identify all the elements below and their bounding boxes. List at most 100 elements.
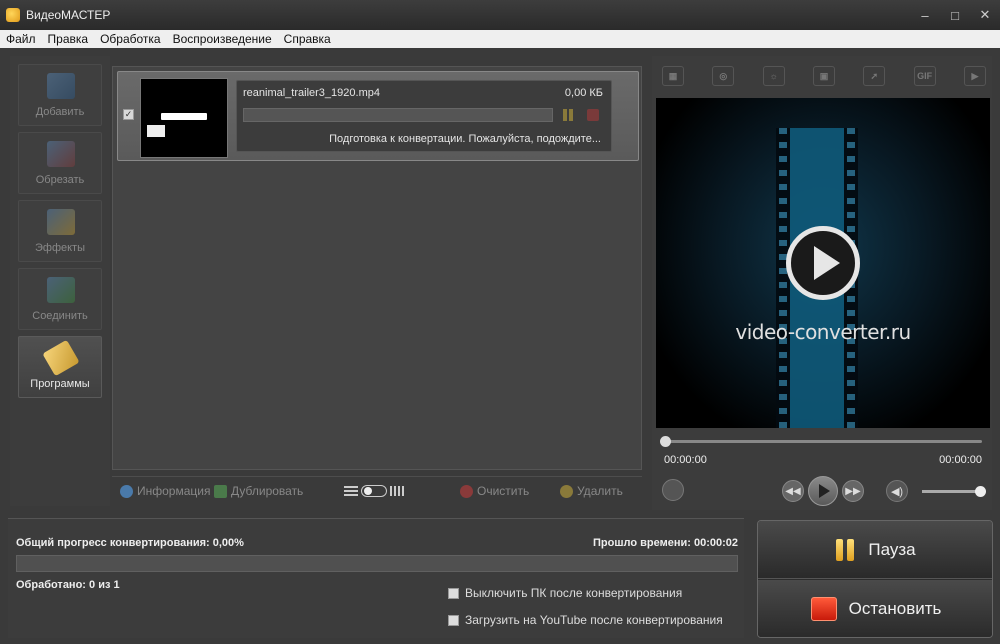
stop-button[interactable]: Остановить — [758, 580, 992, 637]
action-buttons: Пауза Остановить — [757, 520, 993, 638]
vignette-icon[interactable]: ◎ — [712, 66, 735, 86]
view-switch[interactable] — [361, 485, 387, 497]
file-list-item[interactable]: ✓ reanimal_trailer3_1920.mp4 0,00 КБ Под… — [117, 71, 639, 161]
effects-label: Эффекты — [34, 242, 85, 254]
youtube-checkbox[interactable] — [448, 614, 459, 626]
youtube-option[interactable]: Загрузить на YouTube после конвертирован… — [448, 613, 723, 627]
duplicate-icon — [214, 484, 227, 498]
add-button[interactable]: Добавить — [18, 64, 102, 126]
duplicate-label: Дублировать — [231, 484, 304, 498]
seek-handle[interactable] — [660, 436, 671, 447]
thumbnail-logo — [161, 113, 207, 120]
minimize-button[interactable]: – — [910, 0, 940, 30]
close-button[interactable]: ✕ — [970, 0, 1000, 30]
pause-icon — [836, 538, 855, 561]
info-label: Информация — [137, 484, 211, 498]
play-button[interactable] — [808, 476, 838, 506]
pause-button[interactable]: Пауза — [758, 521, 992, 579]
shutdown-option[interactable]: Выключить ПК после конвертирования — [448, 586, 682, 600]
list-toolbar: Информация Дублировать Очистить Удалить — [112, 476, 642, 504]
clear-label: Очистить — [477, 484, 530, 498]
app-logo-icon — [6, 8, 20, 22]
screen-icon[interactable]: ▶ — [963, 66, 986, 86]
file-size: 0,00 КБ — [564, 87, 603, 99]
info-button[interactable]: Информация — [120, 484, 210, 498]
programs-label: Программы — [30, 378, 90, 390]
pause-label: Пауза — [868, 539, 916, 559]
info-icon — [120, 484, 133, 498]
file-list: ✓ reanimal_trailer3_1920.mp4 0,00 КБ Под… — [112, 66, 642, 470]
processed-count-label: Обработано: 0 из 1 — [16, 579, 120, 591]
playback-controls: ◀◀ ▶▶ ◀) — [652, 476, 992, 506]
window-controls: – □ ✕ — [910, 0, 1000, 30]
tool-sidebar: Добавить Обрезать Эффекты Соединить Прог… — [10, 56, 110, 506]
programs-button[interactable]: Программы — [18, 336, 102, 398]
join-button[interactable]: Соединить — [18, 268, 102, 330]
menu-help[interactable]: Справка — [284, 32, 331, 46]
grid-view-icon[interactable] — [390, 486, 404, 496]
prev-frame-button[interactable]: ◀◀ — [782, 480, 804, 502]
cut-button[interactable]: Обрезать — [18, 132, 102, 194]
total-time: 00:00:00 — [939, 454, 982, 466]
thumbnail-badge — [147, 125, 165, 137]
snapshot-icon[interactable] — [662, 479, 684, 501]
file-pause-icon[interactable] — [563, 109, 575, 121]
list-view-icon[interactable] — [344, 486, 358, 496]
stop-label: Остановить — [848, 599, 942, 618]
stop-icon — [810, 597, 837, 621]
preview-play-icon[interactable] — [786, 226, 860, 300]
cut-label: Обрезать — [35, 174, 85, 186]
stabilize-icon[interactable]: ▣ — [812, 66, 835, 86]
effects-button[interactable]: Эффекты — [18, 200, 102, 262]
menu-playback[interactable]: Воспроизведение — [173, 32, 272, 46]
crop-icon[interactable]: ▦ — [662, 66, 684, 86]
restore-button[interactable]: □ — [940, 0, 970, 30]
seek-slider[interactable] — [660, 436, 982, 447]
delete-button[interactable]: Удалить — [560, 484, 623, 498]
join-label: Соединить — [32, 310, 88, 322]
view-mode-toggle[interactable] — [344, 485, 404, 497]
preview-panel: ▦ ◎ ☼ ▣ ➚ GIF ▶ video-converter.ru 00:00… — [652, 56, 992, 510]
preview-brand-text: video-converter.ru — [735, 320, 911, 344]
progress-panel: Общий прогресс конвертирования: 0,00% Пр… — [8, 518, 744, 638]
file-stop-icon[interactable] — [587, 109, 599, 121]
video-preview[interactable]: video-converter.ru — [656, 98, 990, 428]
window-title: ВидеоМАСТЕР — [26, 8, 111, 22]
file-checkbox[interactable]: ✓ — [123, 109, 134, 120]
gif-icon[interactable]: GIF — [913, 66, 936, 86]
delete-icon — [560, 484, 573, 498]
clear-icon — [460, 484, 473, 498]
shutdown-label: Выключить ПК после конвертирования — [465, 586, 683, 600]
shutdown-checkbox[interactable] — [448, 587, 459, 599]
youtube-label: Загрузить на YouTube после конвертирован… — [465, 613, 723, 627]
brightness-icon[interactable]: ☼ — [762, 66, 785, 86]
effects-toolbar: ▦ ◎ ☼ ▣ ➚ GIF ▶ — [662, 62, 986, 90]
join-icon — [47, 277, 75, 303]
menu-file[interactable]: Файл — [6, 32, 36, 46]
next-frame-button[interactable]: ▶▶ — [842, 480, 864, 502]
current-time: 00:00:00 — [664, 454, 707, 466]
menu-processing[interactable]: Обработка — [100, 32, 161, 46]
volume-handle[interactable] — [975, 486, 986, 497]
video-thumbnail — [140, 78, 228, 158]
file-name: reanimal_trailer3_1920.mp4 — [243, 87, 380, 99]
volume-slider[interactable] — [922, 486, 986, 497]
volume-icon[interactable]: ◀) — [886, 480, 908, 502]
speed-icon[interactable]: ➚ — [863, 66, 886, 86]
file-progress-bar — [243, 108, 553, 122]
effects-icon — [47, 209, 75, 235]
menu-bar: Файл Правка Обработка Воспроизведение Сп… — [0, 30, 1000, 48]
add-label: Добавить — [35, 106, 85, 118]
programs-icon — [42, 339, 80, 377]
cut-video-icon — [47, 141, 75, 167]
duplicate-button[interactable]: Дублировать — [214, 484, 303, 498]
add-video-icon — [47, 73, 75, 99]
delete-label: Удалить — [577, 484, 623, 498]
clear-button[interactable]: Очистить — [460, 484, 529, 498]
overall-progress-bar — [16, 555, 738, 572]
file-info-box: reanimal_trailer3_1920.mp4 0,00 КБ Подго… — [236, 80, 612, 152]
menu-edit[interactable]: Правка — [48, 32, 89, 46]
title-bar: ВидеоМАСТЕР – □ ✕ — [0, 0, 1000, 30]
elapsed-time-label: Прошло времени: 00:00:02 — [593, 537, 738, 549]
overall-progress-label: Общий прогресс конвертирования: 0,00% — [16, 537, 244, 549]
